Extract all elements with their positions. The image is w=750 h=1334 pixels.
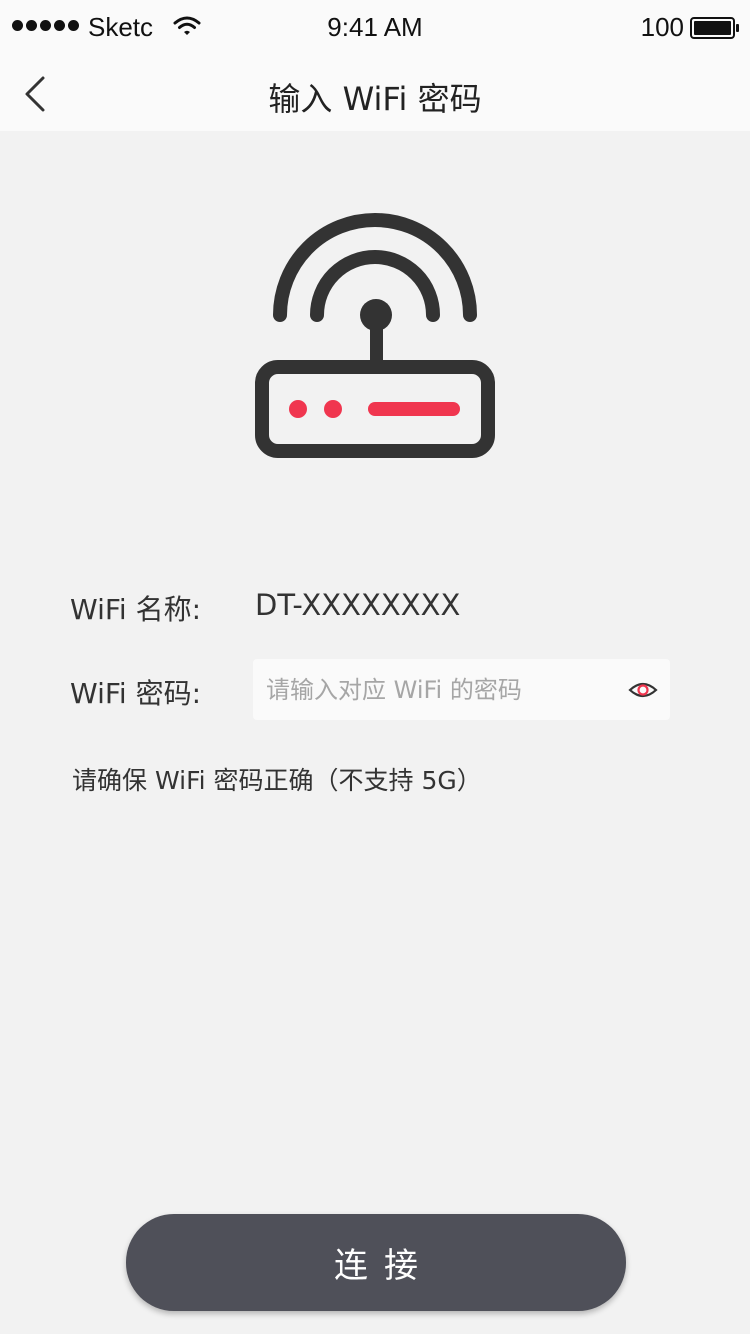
password-hint: 请确保 WiFi 密码正确（不支持 5G） xyxy=(72,766,482,795)
password-field-container xyxy=(253,659,670,720)
battery-icon xyxy=(690,17,739,39)
signal-strength-icon xyxy=(12,20,79,31)
wifi-name-value: DT-XXXXXXXX xyxy=(255,588,461,622)
battery-percent: 100 xyxy=(640,12,684,42)
wifi-password-label: WiFi 密码: xyxy=(70,677,202,710)
connect-button[interactable]: 连接 xyxy=(126,1214,626,1311)
eye-icon[interactable] xyxy=(628,675,658,705)
wifi-name-label: WiFi 名称: xyxy=(70,593,202,626)
router-led-2 xyxy=(324,400,342,418)
chevron-left-icon xyxy=(25,76,45,112)
router-led-bar xyxy=(368,402,460,416)
page-title: 输入 WiFi 密码 xyxy=(268,80,482,118)
status-bar: Sketc 9:41 AM 100 xyxy=(0,0,750,56)
router-icon xyxy=(255,213,495,458)
carrier-name: Sketc xyxy=(88,12,154,42)
navigation-bar: 输入 WiFi 密码 xyxy=(0,56,750,131)
password-input[interactable] xyxy=(253,659,613,720)
router-led-1 xyxy=(289,400,307,418)
back-button[interactable] xyxy=(12,72,56,116)
wifi-signal-icon xyxy=(173,16,201,35)
